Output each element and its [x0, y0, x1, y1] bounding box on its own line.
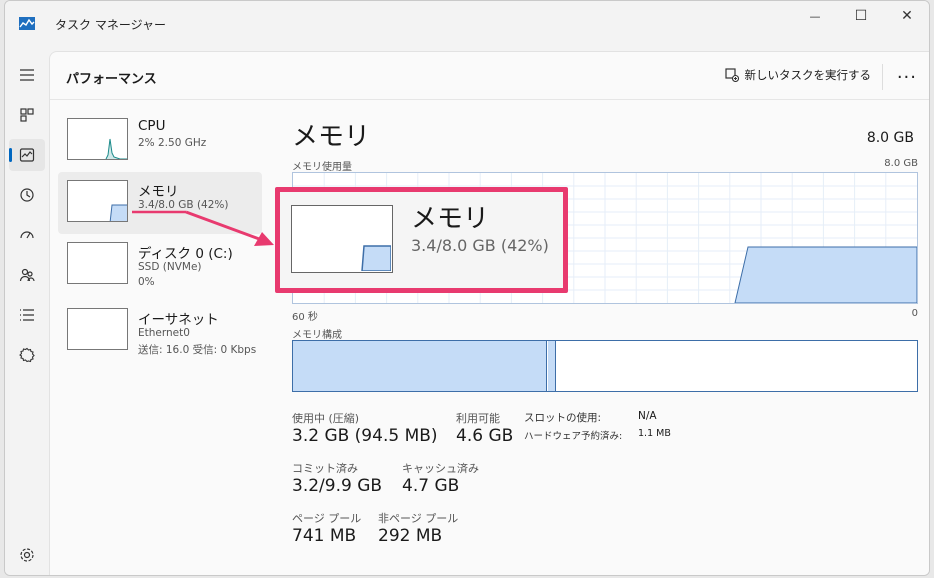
users-icon — [19, 268, 35, 282]
sidebar-item-detail: Ethernet0 — [138, 327, 190, 339]
in-use-label: 使用中 (圧縮) — [292, 412, 360, 425]
nav-processes[interactable] — [9, 99, 45, 131]
settings-icon — [20, 548, 34, 562]
settings-button[interactable] — [19, 547, 35, 567]
callout-memory-usage: 3.4/8.0 GB (42%) — [411, 236, 549, 255]
available-label: 利用可能 — [456, 412, 500, 425]
nonpaged-pool-label: 非ページ プール — [378, 512, 459, 525]
in-use-value: 3.2 GB (94.5 MB) — [292, 426, 438, 446]
committed-label: コミット済み — [292, 462, 358, 475]
memory-composition-bar — [292, 340, 918, 392]
sidebar-item-label: イーサネット — [138, 312, 219, 328]
cpu-thumbnail-graph — [67, 118, 128, 160]
slots-label: スロットの使用: — [524, 412, 602, 424]
performance-sidebar: CPU 2% 2.50 GHz メモリ 3.4/8.0 GB (42%) ディス… — [58, 110, 262, 362]
nav-app-history[interactable] — [9, 179, 45, 211]
nonpaged-pool-value: 292 MB — [378, 526, 443, 546]
nav-services[interactable] — [9, 339, 45, 371]
nav-details[interactable] — [9, 299, 45, 331]
run-new-task-button[interactable]: 新しいタスクを実行する — [724, 67, 872, 83]
detail-title: メモリ — [292, 122, 371, 152]
sidebar-item-disk[interactable]: ディスク 0 (C:) SSD (NVMe) 0% — [58, 234, 262, 296]
sidebar-item-label: CPU — [138, 118, 166, 134]
navigation-rail — [5, 47, 49, 575]
maximize-icon: ☐ — [854, 8, 868, 24]
cached-label: キャッシュ済み — [402, 462, 479, 475]
sidebar-item-detail: 0% — [138, 276, 155, 288]
composition-modified — [548, 341, 556, 391]
nav-startup[interactable] — [9, 219, 45, 251]
close-button[interactable]: ✕ — [885, 5, 929, 27]
content-area: パフォーマンス 新しいタスクを実行する ... CPU 2% 2.50 GHz … — [49, 51, 929, 575]
paged-pool-label: ページ プール — [292, 512, 362, 525]
minimize-icon: — — [809, 9, 821, 23]
memory-usage-label: メモリ使用量 — [292, 162, 352, 173]
run-task-icon — [724, 68, 739, 82]
services-icon — [19, 347, 35, 363]
memory-callout-highlight: メモリ 3.4/8.0 GB (42%) — [275, 187, 568, 293]
window-title: タスク マネージャー — [55, 18, 166, 32]
memory-composition-label: メモリ構成 — [292, 330, 342, 341]
nav-performance[interactable] — [9, 139, 45, 171]
graph-time-start: 60 秒 — [292, 312, 318, 323]
sidebar-item-ethernet[interactable]: イーサネット Ethernet0 送信: 16.0 受信: 0 Kbps — [58, 300, 262, 362]
sidebar-item-label: メモリ — [138, 184, 179, 200]
processes-icon — [20, 108, 34, 122]
details-icon — [20, 309, 34, 321]
header-divider — [882, 64, 883, 90]
nav-users[interactable] — [9, 259, 45, 291]
startup-icon — [20, 231, 34, 239]
cached-value: 4.7 GB — [402, 476, 460, 496]
memory-thumbnail-graph — [67, 180, 128, 222]
performance-icon — [19, 148, 35, 162]
hamburger-button[interactable] — [9, 59, 45, 91]
hw-reserved-label: ハードウェア予約済み: — [524, 431, 623, 442]
sidebar-item-memory[interactable]: メモリ 3.4/8.0 GB (42%) — [58, 172, 262, 234]
maximize-button[interactable]: ☐ — [839, 5, 883, 27]
page-header: パフォーマンス 新しいタスクを実行する ... — [50, 52, 929, 100]
composition-in-use — [293, 341, 547, 391]
sidebar-item-cpu[interactable]: CPU 2% 2.50 GHz — [58, 110, 262, 172]
minimize-button[interactable]: — — [793, 5, 837, 27]
title-bar: タスク マネージャー — ☐ ✕ — [5, 1, 929, 47]
callout-memory-name: メモリ — [411, 204, 490, 234]
sidebar-item-detail: 送信: 16.0 受信: 0 Kbps — [138, 344, 257, 356]
available-value: 4.6 GB — [456, 426, 514, 446]
memory-usage-max: 8.0 GB — [884, 158, 918, 169]
memory-usage-area — [734, 246, 918, 304]
paged-pool-value: 741 MB — [292, 526, 357, 546]
sidebar-item-label: ディスク 0 (C:) — [138, 246, 233, 262]
total-memory: 8.0 GB — [866, 130, 914, 146]
page-title: パフォーマンス — [66, 72, 157, 87]
sidebar-item-detail: 2% 2.50 GHz — [138, 137, 207, 149]
close-icon: ✕ — [901, 8, 913, 24]
more-options-button[interactable]: ... — [897, 62, 917, 83]
sidebar-item-detail: SSD (NVMe) — [138, 261, 202, 273]
sidebar-item-detail: 3.4/8.0 GB (42%) — [138, 199, 229, 211]
graph-time-end: 0 — [911, 308, 918, 319]
hw-reserved-value: 1.1 MB — [638, 428, 671, 439]
run-new-task-label: 新しいタスクを実行する — [744, 68, 872, 82]
task-manager-app-icon — [19, 17, 35, 30]
history-icon — [20, 188, 34, 202]
callout-memory-thumbnail — [291, 205, 393, 273]
slots-value: N/A — [638, 410, 657, 422]
ethernet-thumbnail-graph — [67, 308, 128, 350]
disk-thumbnail-graph — [67, 242, 128, 284]
committed-value: 3.2/9.9 GB — [292, 476, 383, 496]
hamburger-icon — [20, 69, 34, 81]
